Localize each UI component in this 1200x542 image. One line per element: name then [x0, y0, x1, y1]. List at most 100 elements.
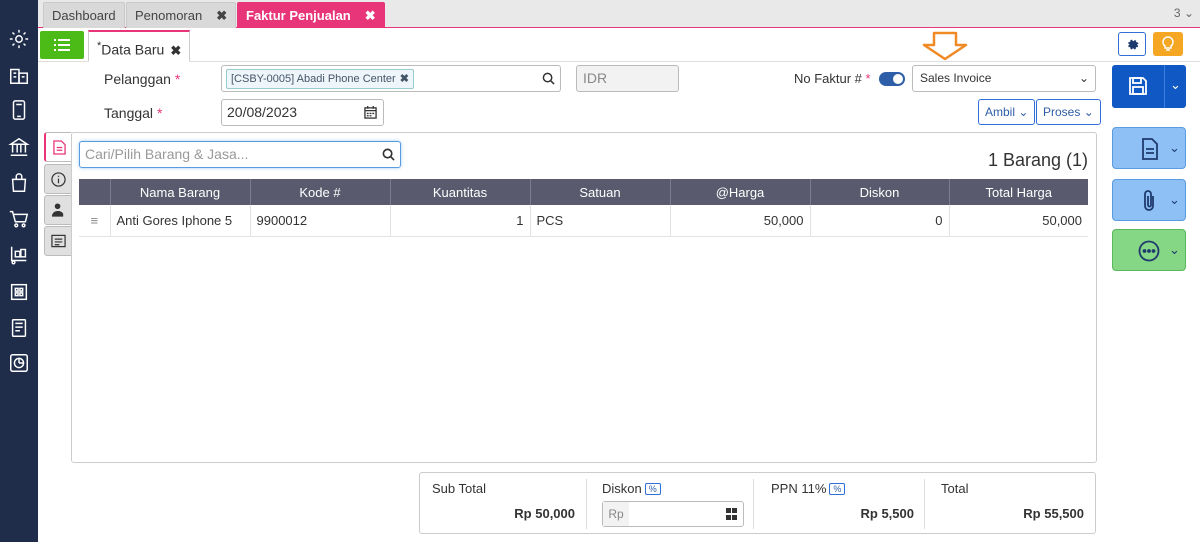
settings-gear-icon[interactable] [8, 28, 30, 50]
items-table: Nama Barang Kode # Kuantitas Satuan @Har… [79, 179, 1088, 237]
mobile-device-icon[interactable] [8, 99, 30, 121]
side-tab-items[interactable] [44, 132, 72, 162]
info-icon [51, 172, 66, 187]
divider [753, 479, 754, 529]
cell-quantity[interactable]: 1 [390, 205, 531, 237]
customer-field[interactable]: [CSBY-0005] Abadi Phone Center ✖ [221, 65, 561, 92]
calculator-icon[interactable] [726, 508, 737, 520]
calendar-icon[interactable] [364, 106, 377, 119]
percent-toggle[interactable]: % [644, 483, 661, 495]
total-section: Total Rp 55,500 [941, 481, 1084, 527]
cell-item-name[interactable]: Anti Gores Iphone 5 [110, 205, 251, 237]
lightbulb-icon [1162, 36, 1174, 51]
tax-section: PPN 11%% Rp 5,500 [771, 481, 914, 527]
column-header-kode[interactable]: Kode # [250, 179, 391, 205]
date-field[interactable]: 20/08/2023 [221, 99, 384, 126]
auto-number-toggle[interactable] [879, 72, 905, 86]
list-view-button[interactable] [40, 31, 84, 59]
company-building-icon[interactable] [8, 64, 30, 86]
required-mark: * [865, 71, 871, 86]
customer-tag: [CSBY-0005] Abadi Phone Center ✖ [226, 69, 414, 89]
close-icon[interactable]: ✖ [216, 8, 227, 23]
cell-item-code[interactable]: 9900012 [250, 205, 391, 237]
subtotal-value: Rp 50,000 [514, 506, 575, 521]
cell-discount[interactable]: 0 [810, 205, 950, 237]
chevron-down-icon: ⌄ [1018, 105, 1029, 119]
close-icon[interactable]: ✖ [365, 8, 376, 23]
tab-label: Penomoran [135, 8, 203, 23]
form-settings-button[interactable] [1118, 32, 1146, 56]
discount-input[interactable]: Rp [602, 501, 744, 527]
sales-bag-icon[interactable] [8, 172, 30, 194]
column-header-satuan[interactable]: Satuan [530, 179, 671, 205]
search-icon[interactable] [382, 148, 395, 161]
table-row[interactable]: ≡ Anti Gores Iphone 5 9900012 1 PCS 50,0… [79, 205, 1088, 237]
inventory-trolley-icon[interactable] [8, 244, 30, 266]
remove-customer-icon[interactable]: ✖ [400, 73, 409, 85]
report-chart-icon[interactable] [8, 352, 30, 374]
column-header-total-harga[interactable]: Total Harga [949, 179, 1088, 205]
tips-button[interactable] [1153, 32, 1183, 56]
customer-label: Pelanggan * [104, 71, 181, 87]
tab-count-dropdown[interactable]: 3 ⌄ [1174, 6, 1194, 20]
document-tab[interactable]: *Data Baru ✖ [88, 30, 191, 62]
chevron-down-icon: ⌄ [1183, 6, 1194, 20]
column-header-nama-barang[interactable]: Nama Barang [110, 179, 251, 205]
date-label: Tanggal * [104, 105, 163, 121]
tab-faktur-penjualan[interactable]: Faktur Penjualan ✖ [237, 2, 385, 28]
side-tab-notes[interactable] [44, 226, 72, 256]
tax-report-icon[interactable] [8, 317, 30, 339]
tab-penomoran[interactable]: Penomoran ✖ [126, 2, 237, 28]
left-navigation [0, 0, 38, 542]
divider [1164, 65, 1165, 108]
subtotal-label: Sub Total [432, 481, 486, 496]
column-header-harga[interactable]: @Harga [670, 179, 811, 205]
attachment-button[interactable]: ⌄ [1112, 179, 1186, 221]
discount-currency: Rp [603, 502, 629, 526]
document-tab-label: Data Baru [101, 41, 165, 58]
arrow-down-annotation-icon [922, 31, 968, 61]
close-icon[interactable]: ✖ [170, 43, 181, 58]
shopping-cart-icon[interactable] [8, 208, 30, 230]
tab-dashboard[interactable]: Dashboard [43, 2, 125, 28]
item-search-input[interactable]: Cari/Pilih Barang & Jasa... [79, 141, 401, 168]
proses-button[interactable]: Proses ⌄ [1036, 99, 1101, 125]
save-button[interactable]: ⌄ [1112, 65, 1186, 108]
discount-section: Diskon% Rp [602, 481, 745, 527]
cell-unit[interactable]: PCS [530, 205, 671, 237]
percent-toggle[interactable]: % [829, 483, 846, 495]
side-tab-salesperson[interactable] [44, 195, 72, 225]
currency-field: IDR [576, 65, 679, 92]
divider [586, 479, 587, 529]
cell-price[interactable]: 50,000 [670, 205, 811, 237]
chevron-down-icon: ⌄ [1169, 140, 1180, 155]
document-icon [1142, 138, 1158, 160]
person-icon [51, 203, 64, 217]
totals-bar: Sub Total Rp 50,000 Diskon% Rp PPN 11%% … [419, 472, 1096, 534]
date-value: 20/08/2023 [227, 104, 298, 120]
paperclip-icon [1144, 190, 1154, 211]
invoice-type-select[interactable]: Sales Invoice ⌄ [912, 65, 1096, 92]
column-header-kuantitas[interactable]: Kuantitas [390, 179, 531, 205]
chevron-down-icon: ⌄ [1083, 105, 1094, 119]
side-tab-info[interactable] [44, 164, 72, 194]
bank-icon[interactable] [8, 136, 30, 158]
column-header-diskon[interactable]: Diskon [810, 179, 950, 205]
tab-count: 3 [1173, 6, 1181, 20]
chevron-down-icon[interactable]: ⌄ [1170, 77, 1181, 93]
discount-label: Diskon% [602, 481, 745, 496]
gear-icon [1128, 39, 1139, 50]
chevron-down-icon: ⌄ [1078, 71, 1089, 85]
more-actions-button[interactable]: ⌄ [1112, 229, 1186, 271]
customer-value: [CSBY-0005] Abadi Phone Center [231, 73, 396, 85]
ambil-button[interactable]: Ambil ⌄ [978, 99, 1036, 125]
invoice-type-value: Sales Invoice [920, 71, 992, 85]
tax-label: PPN 11%% [771, 481, 914, 496]
search-icon[interactable] [542, 72, 555, 85]
document-actions-button[interactable]: ⌄ [1112, 127, 1186, 169]
drag-handle-icon[interactable]: ≡ [79, 205, 111, 237]
cell-total[interactable]: 50,000 [949, 205, 1088, 237]
asset-warehouse-icon[interactable] [8, 281, 30, 303]
invoice-number-label: No Faktur # * [794, 71, 871, 86]
notes-icon [51, 234, 66, 248]
